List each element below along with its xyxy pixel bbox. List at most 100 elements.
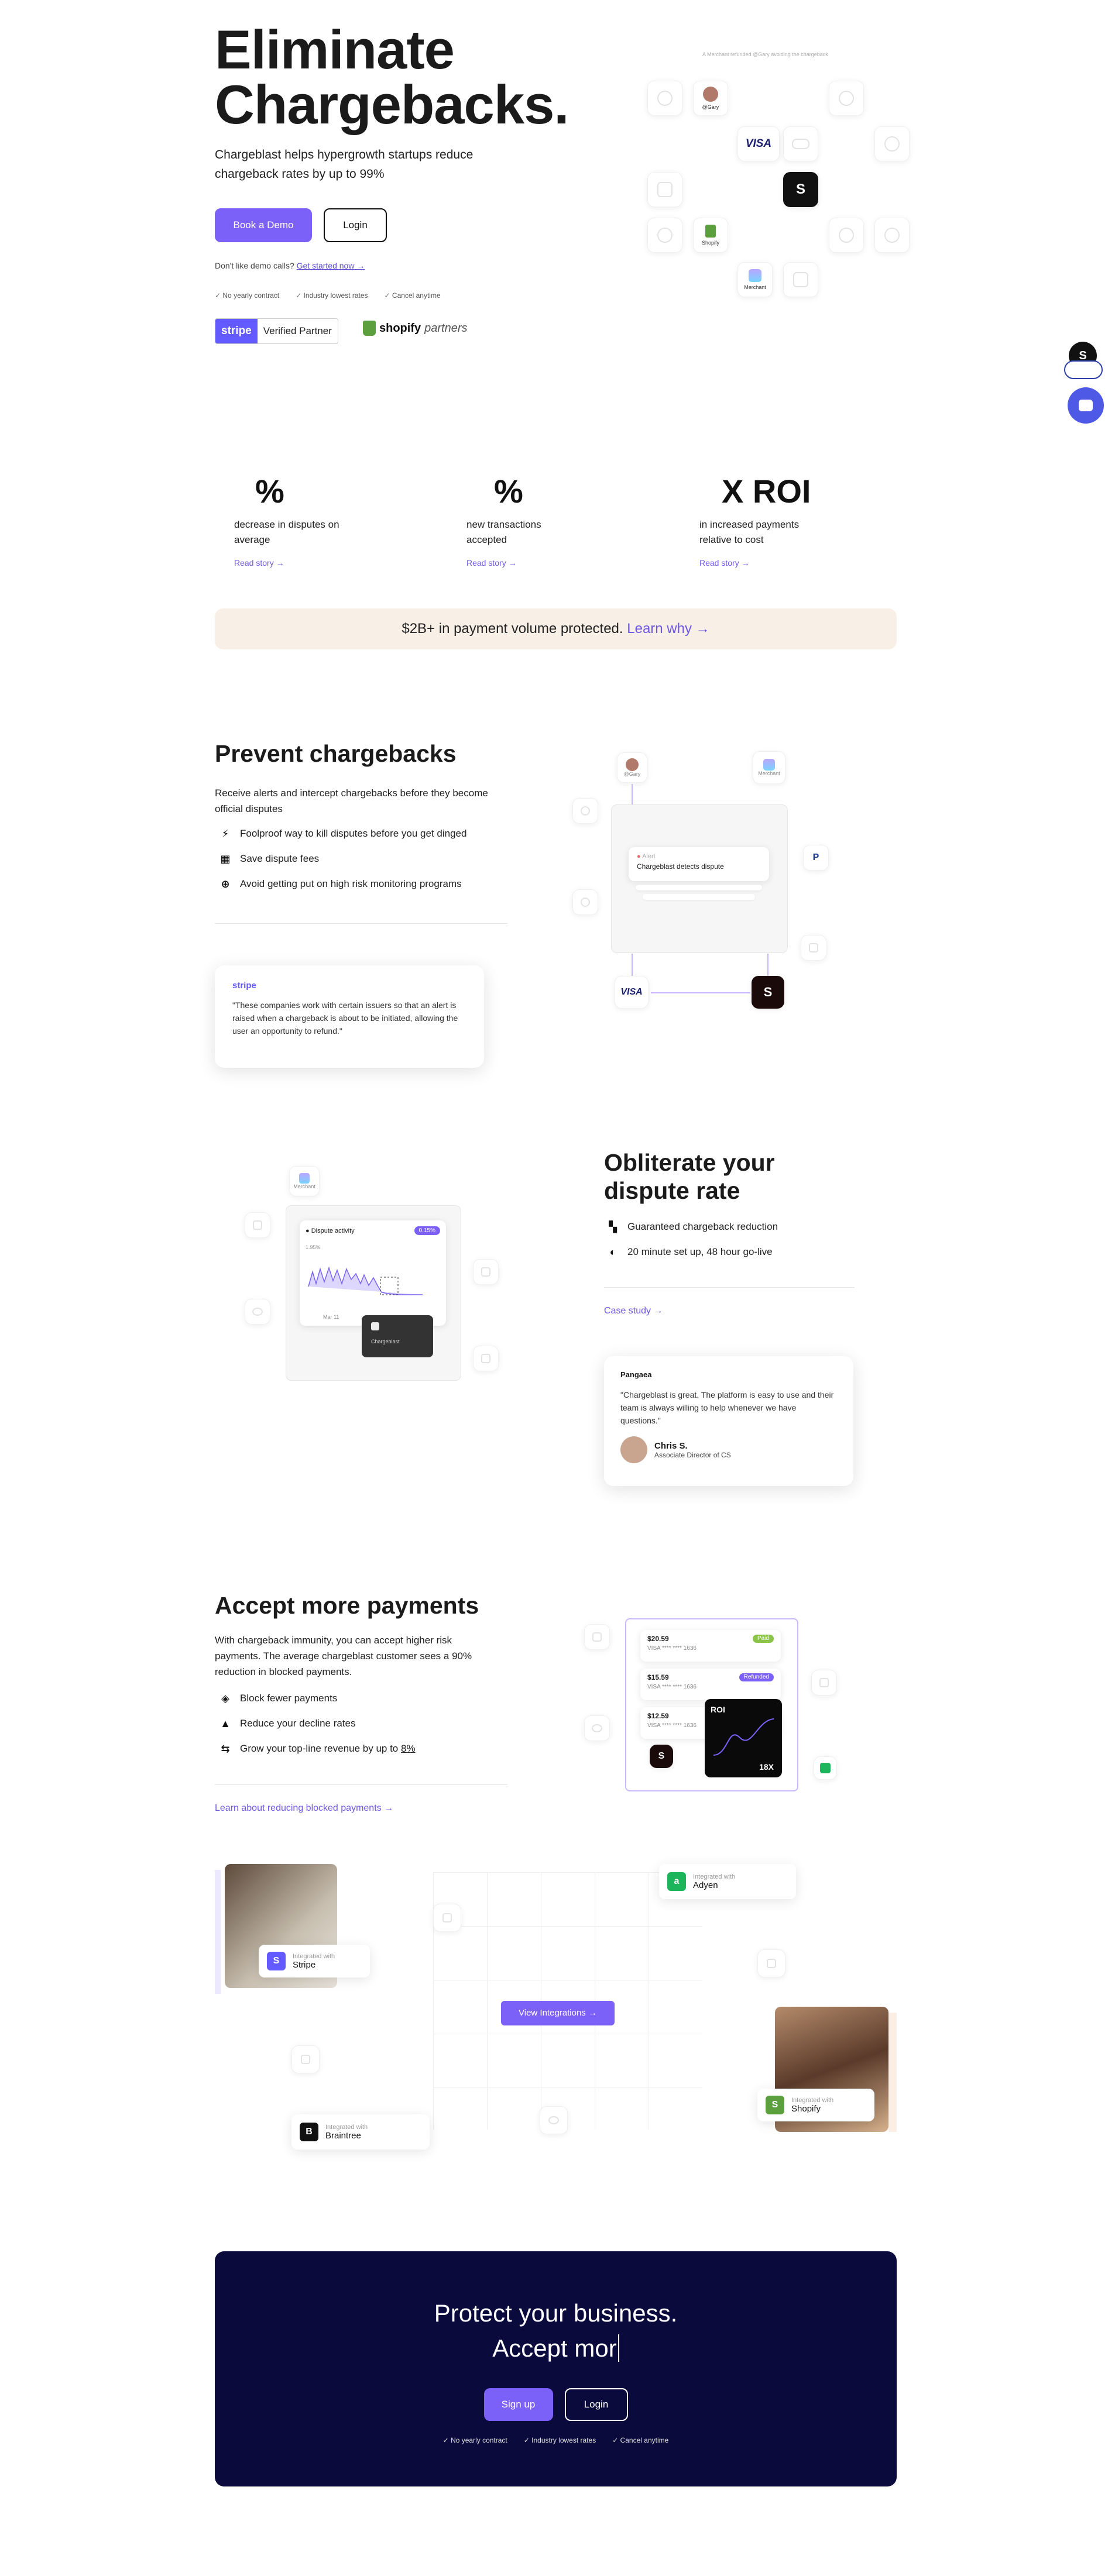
chargeblast-logo-card: S (650, 1745, 673, 1768)
integration-name: Shopify (791, 2103, 821, 2114)
feature-text: Grow your top-line revenue by up to (240, 1743, 399, 1754)
merchant-card: Merchant (737, 262, 773, 297)
avatar (703, 87, 718, 102)
cta-buttons: Sign up Login (215, 2388, 897, 2421)
signup-button[interactable]: Sign up (483, 2388, 553, 2421)
hero-title: Eliminate Chargebacks. (215, 19, 569, 135)
chart-small-value: 1.95% (306, 1244, 321, 1250)
divider (215, 923, 507, 924)
placeholder-icon (801, 935, 826, 961)
connector-line (632, 954, 633, 978)
stat-label: new transactions accepted (466, 519, 541, 545)
feature-item: ▲ Reduce your decline rates (219, 1717, 416, 1730)
read-story-link[interactable]: Read story → (699, 558, 875, 568)
user-label: @Gary (623, 771, 641, 777)
tooltip-text: Chargeblast (371, 1339, 400, 1344)
integration-caption: Integrated with (791, 2096, 834, 2104)
tx-card: VISA **** **** 1636 (647, 1645, 697, 1652)
feature-text: Foolproof way to kill disputes before yo… (240, 828, 467, 839)
merchant-icon (749, 269, 761, 282)
shopify-icon (705, 225, 716, 238)
read-story-link[interactable]: Read story → (466, 558, 642, 568)
tx-amount: $20.59 (647, 1635, 669, 1643)
login-button[interactable]: Login (324, 208, 387, 242)
chat-button[interactable] (1068, 387, 1104, 424)
stripe-partner-badge: stripe Verified Partner (215, 318, 338, 344)
learn-blocked-payments-link[interactable]: Learn about reducing blocked payments → (215, 1803, 393, 1814)
placeholder-icon (584, 1624, 610, 1650)
tx-amount: $12.59 (647, 1712, 669, 1720)
connector-line (767, 954, 769, 978)
placeholder-icon (783, 126, 818, 161)
layers-icon: ◈ (221, 1692, 229, 1704)
check-item: No yearly contract (215, 291, 279, 300)
green-app-card (814, 1756, 837, 1780)
read-story-link[interactable]: Read story → (234, 558, 410, 568)
book-demo-button[interactable]: Book a Demo (215, 208, 312, 242)
alert-text: Chargeblast detects dispute (637, 862, 724, 871)
placeholder-icon (572, 889, 598, 915)
plus-circle-icon: ⊕ (221, 878, 230, 890)
chart-dot-icon: ● (306, 1227, 311, 1234)
alert-label: ● Alert (637, 853, 656, 860)
view-integrations-button[interactable]: View Integrations → (501, 2001, 615, 2025)
cta-checks: ✓ No yearly contract ✓ Industry lowest r… (215, 2436, 897, 2444)
pangaea-logo: Pangaea (620, 1370, 652, 1379)
chart-title: ● Dispute activity (306, 1227, 355, 1234)
triangle-icon: ▲ (220, 1717, 231, 1729)
stripe-integration-card: S Integrated with Stripe (259, 1945, 370, 1977)
learn-why-link[interactable]: Learn why → (627, 621, 709, 637)
roi-chart (713, 1718, 774, 1756)
placeholder-icon (757, 1949, 785, 1977)
tx-tag: Refunded (739, 1673, 774, 1681)
placeholder-icon (433, 1904, 461, 1932)
dispute-chart-card: ● Dispute activity 0.15% 1.95% Mar 11 (300, 1220, 446, 1326)
avatar-card: @Gary (693, 81, 728, 116)
accent-edge (888, 2013, 897, 2132)
toggle-icon: ◐ (609, 1246, 616, 1258)
braintree-integration-card: B Integrated with Braintree (291, 2114, 430, 2149)
adyen-icon: a (667, 1872, 686, 1891)
integration-name: Adyen (693, 1880, 718, 1890)
accept-title: Accept more payments (215, 1592, 479, 1619)
chargeblast-logo-card: S (783, 172, 818, 207)
feature-item: ⊕ Avoid getting put on high risk monitori… (219, 878, 466, 890)
hero-checks: No yearly contract Industry lowest rates… (215, 291, 440, 300)
grid-icon: ▚ (609, 1220, 617, 1233)
quote-text: "These companies work with certain issue… (232, 1000, 458, 1036)
stat-number: X ROI (722, 473, 811, 510)
integration-caption: Integrated with (325, 2123, 368, 2131)
placeholder-icon (473, 1346, 499, 1371)
feature-text: Block fewer payments (240, 1693, 338, 1704)
chart-date: Mar 11 (323, 1314, 339, 1320)
stripe-quote-card: stripe "These companies work with certai… (215, 965, 484, 1068)
tx-tag: Paid (752, 1635, 774, 1643)
prevent-features: ⚡ Foolproof way to kill disputes before y… (219, 827, 466, 890)
cta-login-button[interactable]: Login (564, 2388, 628, 2421)
chargeblast-logo-card: S (752, 976, 784, 1009)
stripe-logo: stripe (215, 319, 258, 343)
chart-badge: 0.15% (414, 1226, 440, 1235)
connector-line (651, 992, 750, 993)
prevent-desc: Receive alerts and intercept chargebacks… (215, 787, 488, 814)
partners-word: partners (424, 321, 468, 335)
shopify-card: Shopify (693, 218, 728, 253)
roi-label: ROI (711, 1705, 725, 1714)
placeholder-icon (874, 218, 910, 253)
feature-text: Reduce your decline rates (240, 1718, 356, 1729)
feature-text: 20 minute set up, 48 hour go-live (627, 1246, 773, 1257)
case-study-link[interactable]: Case study → (604, 1306, 663, 1316)
accept-desc: With chargeback immunity, you can accept… (215, 1635, 472, 1677)
visa-logo-card: VISA (737, 126, 780, 161)
feature-text: Save dispute fees (240, 853, 320, 864)
shopify-bag-icon (363, 321, 376, 336)
arrows-icon: ⇆ (221, 1742, 230, 1755)
placeholder-icon (291, 2045, 320, 2073)
paypal-icon: P (812, 852, 819, 862)
placeholder-icon (647, 172, 682, 207)
stat-transactions: % new transactions accepted Read story → (466, 474, 642, 568)
shopify-icon: S (766, 2096, 784, 2114)
get-started-link[interactable]: Get started now → (297, 261, 365, 270)
feature-text: Guaranteed chargeback reduction (627, 1221, 778, 1232)
obliterate-title: Obliterate your dispute rate (604, 1149, 775, 1204)
